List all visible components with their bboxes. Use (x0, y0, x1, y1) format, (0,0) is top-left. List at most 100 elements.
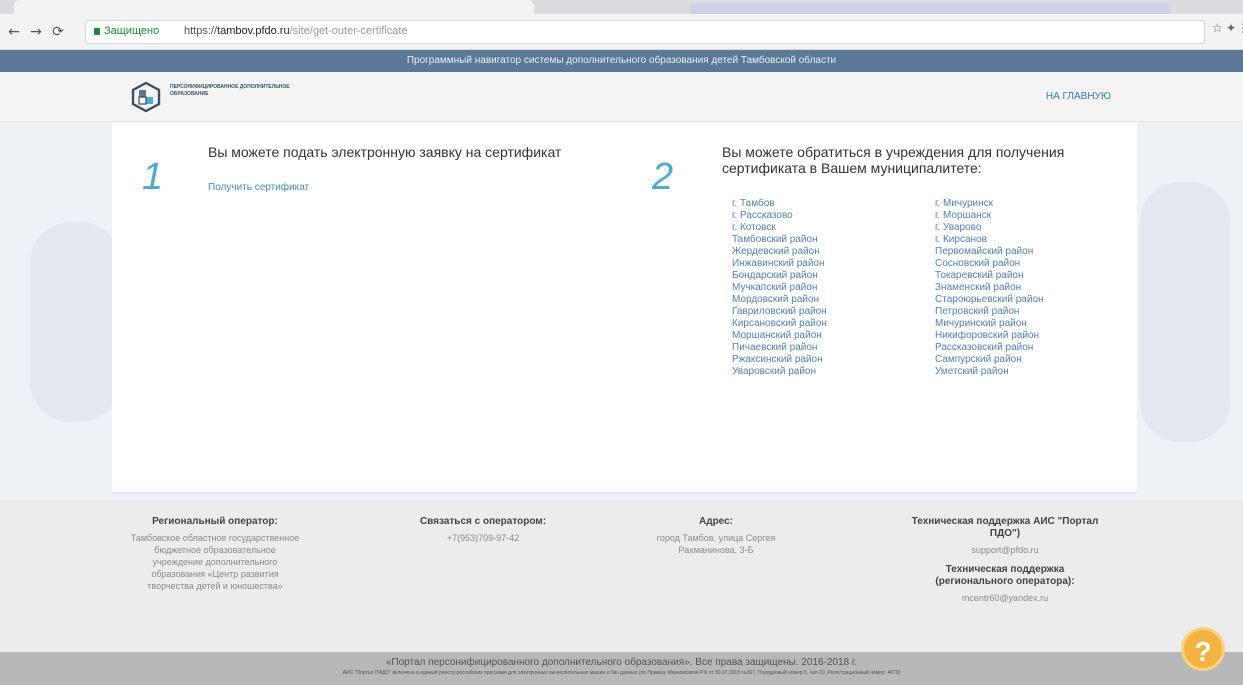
step-2-heading-line2: сертификата в Вашем муниципалитете: (722, 160, 982, 176)
municipality-item: Тамбовский район (732, 234, 827, 246)
lock-icon (94, 28, 100, 35)
municipality-link[interactable]: Кирсановский район (732, 318, 827, 329)
get-certificate-link[interactable]: Получить сертификат (208, 182, 309, 193)
url-path: /site/get-outer-certificate (289, 25, 408, 37)
municipality-link[interactable]: г. Мичуринск (935, 198, 993, 209)
municipality-link[interactable]: г. Тамбов (732, 198, 775, 209)
municipality-item: Староюрьевский район (935, 294, 1044, 306)
municipality-item: Петровский район (935, 306, 1044, 318)
municipality-link[interactable]: Первомайский район (935, 246, 1033, 257)
browser-tab-strip (0, 0, 1243, 14)
municipality-item: Мордовский район (732, 294, 827, 306)
municipality-link[interactable]: Тамбовский район (732, 234, 818, 245)
municipality-list-right: г. Мичуринск г. Моршанск г. Уварово г. Кирс… (935, 198, 1044, 378)
municipality-link[interactable]: Сампурский район (935, 354, 1022, 365)
municipality-link[interactable]: Никифоровский район (935, 330, 1039, 341)
municipality-item: Сосновский район (935, 258, 1044, 270)
url-prefix: https:// (184, 25, 218, 37)
help-button[interactable]: ? (1181, 627, 1225, 671)
municipality-link[interactable]: г. Рассказово (732, 210, 793, 221)
back-icon[interactable]: ← (6, 22, 22, 42)
municipality-link[interactable]: Пичаевский район (732, 342, 817, 353)
municipality-link[interactable]: Знаменский район (935, 282, 1021, 293)
footer-address-text: город Тамбов, улица Сергея Рахманинова, … (656, 533, 776, 555)
site-top-banner: Программный навигатор системы дополнител… (0, 50, 1243, 72)
bookmark-star-icon[interactable]: ☆ (1212, 21, 1223, 35)
home-link[interactable]: НА ГЛАВНУЮ (1046, 91, 1111, 102)
step-2-heading-line1: Вы можете обратиться в учреждения для по… (722, 144, 1065, 160)
footer-support-title: Техническая поддержка АИС "Портал ПДО") (911, 516, 1099, 539)
municipality-link[interactable]: Уметский район (935, 366, 1009, 377)
municipality-link[interactable]: Сосновский район (935, 258, 1020, 269)
municipality-item: Сампурский район (935, 354, 1044, 366)
footer-contact-title: Связаться с оператором: (419, 516, 547, 527)
municipality-link[interactable]: г. Моршанск (935, 210, 991, 221)
step-1-number: 1 (142, 156, 164, 198)
footer-regional-support-email[interactable]: mcentr60@yandex.ru (910, 592, 1100, 604)
municipality-link[interactable]: г. Уварово (935, 222, 981, 233)
municipality-link[interactable]: Мучкапский район (732, 282, 817, 293)
municipality-item: г. Котовск (732, 222, 827, 234)
url-text[interactable]: https://tambov.pfdo.ru/site/get-outer-ce… (184, 25, 408, 37)
municipality-item: Токаревский район (935, 270, 1044, 282)
municipality-item: Пичаевский район (732, 342, 827, 354)
footer-support-email[interactable]: support@pfdo.ru (910, 544, 1100, 556)
municipality-item: г. Рассказово (732, 210, 827, 222)
municipality-item: г. Тамбов (732, 198, 827, 210)
municipality-link[interactable]: г. Котовск (732, 222, 776, 233)
municipality-list-left: г. Тамбов г. Рассказово г. Котовск Тамбовск… (732, 198, 827, 378)
municipality-link[interactable]: Моршанский район (732, 330, 822, 341)
footer-operator: Региональный оператор: Тамбовское област… (130, 516, 300, 592)
municipality-item: Уметский район (935, 366, 1044, 378)
copyright-line2: АИС "Портал ПФДО" включена в единый реес… (342, 670, 901, 676)
municipality-item: Мучкапский район (732, 282, 827, 294)
municipality-item: г. Мичуринск (935, 198, 1044, 210)
municipality-link[interactable]: Гавриловский район (732, 306, 827, 317)
forward-icon[interactable]: → (28, 22, 44, 42)
footer-contact: Связаться с оператором: +7(953)709-97-42 (413, 516, 553, 544)
background-decoration-left (30, 222, 120, 422)
municipality-link[interactable]: Уваровский район (732, 366, 816, 377)
panel-divider (112, 492, 1137, 494)
footer-operator-title: Региональный оператор: (152, 516, 278, 527)
municipality-link[interactable]: Мордовский район (732, 294, 819, 305)
municipality-item: Знаменский район (935, 282, 1044, 294)
municipality-item: г. Уварово (935, 222, 1044, 234)
footer-contact-phone: +7(953)709-97-42 (446, 533, 520, 543)
copyright-bar: «Портал персонифицированного дополнитель… (0, 652, 1243, 685)
footer-address-title: Адрес: (699, 516, 733, 527)
municipality-link[interactable]: Жердевский район (732, 246, 820, 257)
municipality-item: г. Моршанск (935, 210, 1044, 222)
footer-regional-support-title: Техническая поддержка (регионального опе… (935, 564, 1075, 587)
municipality-item: Первомайский район (935, 246, 1044, 258)
municipality-link[interactable]: Петровский район (935, 306, 1019, 317)
municipality-link[interactable]: Бондарский район (732, 270, 818, 281)
browser-menu-icon[interactable]: ⋮ (1237, 21, 1243, 35)
secure-label: Защищено (104, 25, 160, 37)
municipality-item: Никифоровский район (935, 330, 1044, 342)
municipality-link[interactable]: Рассказовский район (935, 342, 1033, 353)
municipality-link[interactable]: г. Кирсанов (935, 234, 987, 245)
reload-icon[interactable]: ⟳ (50, 22, 66, 42)
site-logo-icon[interactable] (130, 81, 162, 113)
municipality-item: Инжавинский район (732, 258, 827, 270)
municipality-item: Кирсановский район (732, 318, 827, 330)
site-header: персонифицированное дополнительное образ… (0, 72, 1243, 122)
municipality-item: Гавриловский район (732, 306, 827, 318)
municipality-link[interactable]: Ржаксинский район (732, 354, 823, 365)
browser-tab-inactive[interactable] (690, 3, 1170, 14)
background-decoration-right (1140, 182, 1230, 442)
step-1-heading: Вы можете подать электронную заявку на с… (208, 144, 562, 160)
municipality-link[interactable]: Инжавинский район (732, 258, 825, 269)
site-footer: Региональный оператор: Тамбовское област… (0, 500, 1243, 652)
browser-tab-active[interactable] (14, 0, 534, 14)
address-bar[interactable]: Защищено https://tambov.pfdo.ru/site/get… (85, 20, 1205, 44)
municipality-item: г. Кирсанов (935, 234, 1044, 246)
extension-icon[interactable]: ✦ (1226, 21, 1236, 35)
municipality-link[interactable]: Мичуринский район (935, 318, 1027, 329)
municipality-item: Уваровский район (732, 366, 827, 378)
municipality-link[interactable]: Токаревский район (935, 270, 1024, 281)
municipality-link[interactable]: Староюрьевский район (935, 294, 1044, 305)
footer-address: Адрес: город Тамбов, улица Сергея Рахман… (636, 516, 796, 556)
step-2-number: 2 (652, 156, 674, 198)
